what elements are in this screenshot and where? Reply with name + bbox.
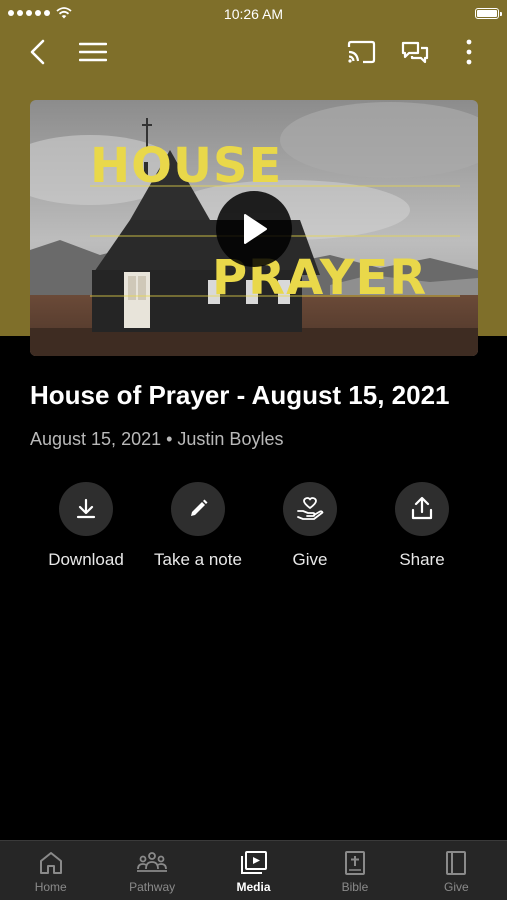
sermon-title: House of Prayer - August 15, 2021 — [30, 380, 450, 410]
cast-button[interactable] — [343, 34, 379, 70]
cast-icon — [347, 40, 376, 64]
tab-media[interactable]: Media — [203, 841, 304, 900]
give-hand-heart-icon — [297, 497, 324, 520]
tab-give-label: Give — [443, 880, 469, 894]
tab-bible[interactable]: Bible — [304, 841, 405, 900]
more-icon — [466, 39, 472, 65]
sermon-meta: August 15, 2021 • Justin Boyles — [30, 429, 284, 449]
sermon-thumbnail[interactable]: HOUSE PRAYER — [30, 100, 478, 356]
take-note-button[interactable]: Take a note — [142, 482, 254, 570]
give-button[interactable]: Give — [254, 482, 366, 570]
share-label: Share — [399, 550, 445, 569]
tab-give[interactable]: Give — [406, 841, 507, 900]
give-label: Give — [292, 550, 328, 569]
more-button[interactable] — [451, 34, 487, 70]
tab-bible-label: Bible — [341, 880, 369, 894]
tab-pathway[interactable]: Pathway — [101, 841, 202, 900]
menu-icon — [79, 42, 107, 62]
pencil-icon — [191, 499, 208, 516]
share-button[interactable]: Share — [366, 482, 478, 570]
menu-button[interactable] — [75, 34, 111, 70]
play-button[interactable] — [216, 191, 292, 267]
tab-bar: Home Pathway Media Bible Give — [0, 840, 507, 900]
home-icon — [39, 852, 62, 874]
book-icon — [446, 851, 467, 875]
download-button[interactable]: Download — [30, 482, 142, 570]
download-icon — [76, 498, 96, 519]
play-icon — [244, 214, 267, 244]
share-icon — [411, 496, 433, 520]
status-bar: 10:26 AM — [0, 0, 507, 28]
back-icon — [30, 39, 45, 65]
chat-button[interactable] — [397, 34, 433, 70]
status-time: 10:26 AM — [223, 6, 284, 22]
take-note-label: Take a note — [154, 550, 242, 569]
tab-pathway-label: Pathway — [129, 880, 176, 894]
chat-icon — [401, 41, 429, 64]
tab-home-label: Home — [34, 880, 67, 894]
action-row: Download Take a note Give Share — [0, 482, 507, 572]
thumbnail-title-line1: HOUSE — [90, 138, 283, 194]
back-button[interactable] — [20, 34, 56, 70]
people-icon — [137, 852, 168, 872]
media-icon — [240, 851, 267, 874]
bible-icon — [344, 851, 365, 875]
battery-icon — [475, 8, 502, 19]
tab-media-label: Media — [236, 880, 271, 894]
download-label: Download — [48, 550, 124, 569]
tab-home[interactable]: Home — [0, 841, 101, 900]
